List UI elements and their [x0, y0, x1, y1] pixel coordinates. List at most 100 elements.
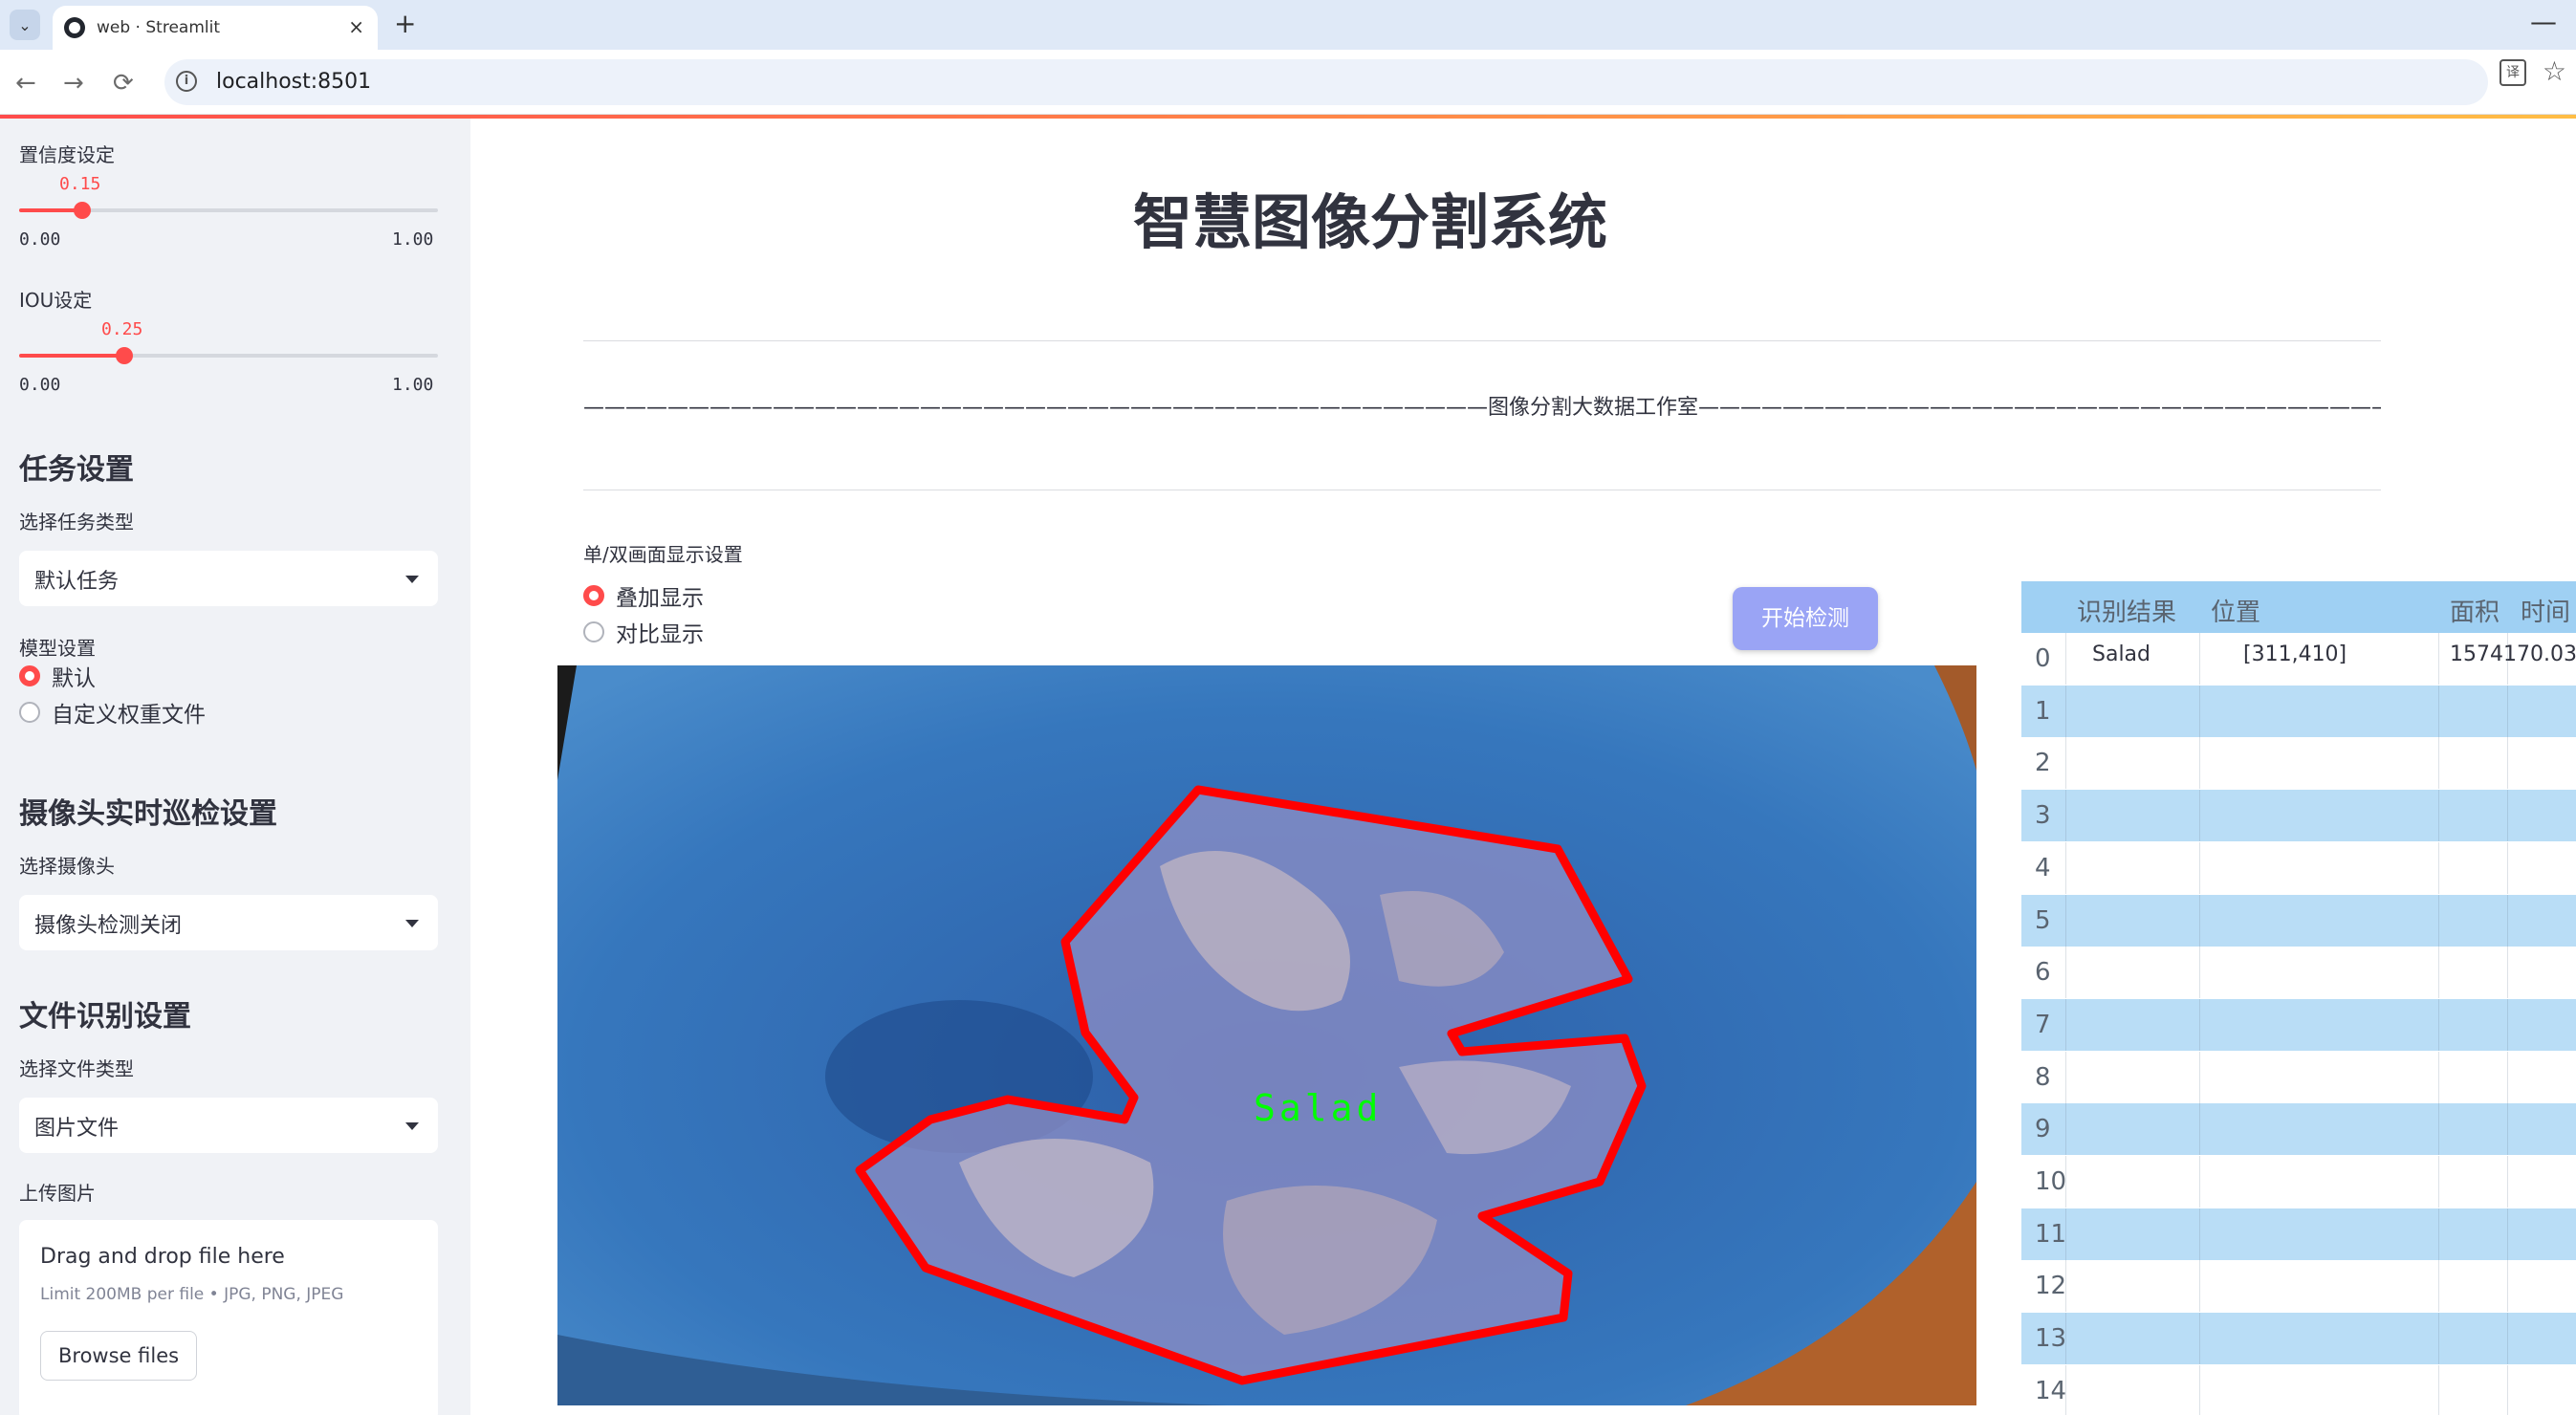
table-header: 识别结果 位置 面积 时间	[2021, 581, 2576, 633]
display-option-compare[interactable]: 对比显示	[583, 618, 704, 647]
column-divider	[2507, 1364, 2508, 1415]
radio-selected-icon[interactable]	[583, 585, 604, 606]
browser-tab[interactable]: web · Streamlit ×	[53, 6, 378, 50]
column-header-time[interactable]: 时间	[2521, 593, 2570, 628]
browse-files-button[interactable]: Browse files	[40, 1331, 198, 1381]
radio-selected-icon[interactable]	[19, 665, 40, 686]
row-index: 0	[2035, 644, 2051, 673]
column-divider	[2199, 790, 2200, 842]
row-index: 11	[2035, 1219, 2067, 1249]
column-divider	[2507, 1051, 2508, 1103]
file-type-label: 选择文件类型	[19, 1057, 134, 1080]
column-divider	[2438, 1156, 2439, 1208]
file-type-select[interactable]: 图片文件	[19, 1098, 438, 1153]
confidence-slider-thumb[interactable]	[74, 202, 91, 219]
table-row[interactable]: 13	[2021, 1313, 2576, 1365]
row-index: 5	[2035, 905, 2051, 935]
column-divider	[2438, 685, 2439, 737]
table-row[interactable]: 2	[2021, 737, 2576, 790]
column-divider	[2199, 685, 2200, 737]
column-divider	[2507, 841, 2508, 894]
segmentation-image-svg: Salad	[557, 665, 1976, 1405]
column-divider	[2199, 947, 2200, 999]
table-row[interactable]: 8	[2021, 1051, 2576, 1103]
column-divider	[2438, 1208, 2439, 1260]
iou-slider[interactable]	[19, 347, 438, 364]
dropzone-title: Drag and drop file here	[40, 1245, 285, 1269]
table-row[interactable]: 3	[2021, 790, 2576, 842]
address-bar[interactable]: i localhost:8501	[164, 59, 2488, 105]
table-row[interactable]: 0 Salad [311,410] 1574170.03	[2021, 633, 2576, 685]
task-type-select[interactable]: 默认任务	[19, 551, 438, 606]
cell-area: 1574170.03	[2450, 642, 2576, 666]
column-divider	[2507, 1156, 2508, 1208]
row-index: 7	[2035, 1010, 2051, 1039]
column-divider	[2199, 633, 2200, 685]
table-row[interactable]: 6	[2021, 947, 2576, 999]
task-type-value: 默认任务	[34, 570, 120, 594]
cell-result: Salad	[2092, 642, 2151, 666]
table-row[interactable]: 12	[2021, 1260, 2576, 1313]
row-index: 14	[2035, 1376, 2067, 1405]
tab-search-icon[interactable]: ⌄	[10, 10, 40, 40]
model-option-label: 默认	[52, 666, 96, 691]
column-divider	[2065, 947, 2066, 999]
iou-value: 0.25	[101, 319, 143, 339]
radio-unselected-icon[interactable]	[583, 621, 604, 642]
file-dropzone[interactable]: Drag and drop file here Limit 200MB per …	[19, 1220, 438, 1415]
iou-max: 1.00	[392, 375, 434, 395]
minimize-window-icon[interactable]: —	[2530, 6, 2557, 37]
task-settings-header: 任务设置	[19, 453, 134, 487]
confidence-value: 0.15	[59, 174, 101, 194]
table-row[interactable]: 1	[2021, 685, 2576, 737]
iou-slider-fill	[19, 354, 124, 358]
camera-select[interactable]: 摄像头检测关闭	[19, 895, 438, 950]
column-divider	[2438, 1260, 2439, 1313]
column-divider	[2507, 633, 2508, 685]
iou-slider-thumb[interactable]	[116, 347, 133, 364]
url-text[interactable]: localhost:8501	[216, 70, 371, 94]
display-option-label: 对比显示	[616, 622, 704, 647]
site-info-icon[interactable]: i	[176, 71, 197, 92]
column-divider	[2065, 1051, 2066, 1103]
detection-image: Salad	[557, 665, 1976, 1405]
start-detection-button[interactable]: 开始检测	[1733, 587, 1878, 650]
tab-close-icon[interactable]: ×	[348, 15, 364, 38]
row-index: 10	[2035, 1167, 2067, 1196]
column-divider	[2065, 998, 2066, 1051]
column-header-position[interactable]: 位置	[2211, 593, 2260, 628]
row-index: 1	[2035, 696, 2051, 726]
model-settings-label: 模型设置	[19, 637, 96, 660]
display-mode-label: 单/双画面显示设置	[583, 543, 743, 566]
table-row[interactable]: 4	[2021, 841, 2576, 894]
column-header-area[interactable]: 面积	[2450, 593, 2500, 628]
table-row[interactable]: 7	[2021, 998, 2576, 1051]
model-option-default[interactable]: 默认	[19, 662, 96, 691]
table-row[interactable]: 10	[2021, 1156, 2576, 1208]
model-option-label: 自定义权重文件	[52, 703, 206, 728]
table-row[interactable]: 5	[2021, 894, 2576, 947]
camera-select-label: 选择摄像头	[19, 855, 115, 878]
translate-icon[interactable]: 译	[2500, 59, 2526, 86]
column-divider	[2507, 1260, 2508, 1313]
column-header-result[interactable]: 识别结果	[2077, 593, 2176, 628]
column-divider	[2065, 841, 2066, 894]
model-option-custom[interactable]: 自定义权重文件	[19, 698, 206, 728]
table-row[interactable]: 9	[2021, 1103, 2576, 1156]
bookmark-star-icon[interactable]: ☆	[2543, 55, 2566, 87]
table-row[interactable]: 14	[2021, 1364, 2576, 1415]
radio-unselected-icon[interactable]	[19, 702, 40, 723]
display-option-overlay[interactable]: 叠加显示	[583, 581, 704, 611]
table-row[interactable]: 11	[2021, 1208, 2576, 1260]
file-settings-header: 文件识别设置	[19, 1000, 191, 1034]
detection-label: Salad	[1254, 1087, 1382, 1129]
browser-tab-bar: ⌄ web · Streamlit × + —	[0, 0, 2576, 50]
back-icon[interactable]: ←	[15, 69, 36, 98]
forward-icon[interactable]: →	[63, 69, 84, 98]
column-divider	[2438, 633, 2439, 685]
column-divider	[2199, 1208, 2200, 1260]
new-tab-icon[interactable]: +	[394, 8, 416, 39]
column-divider	[2507, 685, 2508, 737]
reload-icon[interactable]: ⟳	[113, 69, 134, 98]
column-divider	[2065, 1208, 2066, 1260]
